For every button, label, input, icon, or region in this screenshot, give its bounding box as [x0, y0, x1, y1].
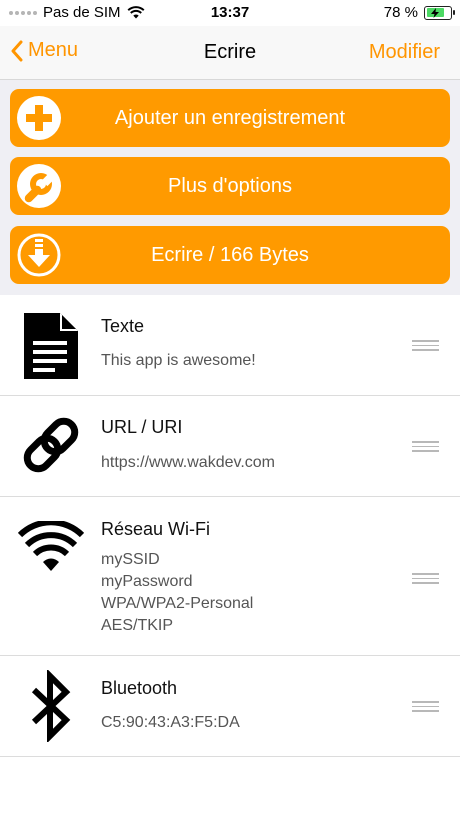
record-row-text[interactable]: Texte This app is awesome!: [0, 295, 460, 396]
battery-level: [426, 7, 445, 18]
record-value: WPA/WPA2-Personal: [101, 595, 254, 612]
add-record-button[interactable]: Ajouter un enregistrement: [10, 89, 450, 147]
actions-panel: Ajouter un enregistrement Plus d'options…: [0, 80, 460, 295]
record-row-wifi[interactable]: Réseau Wi-Fi mySSID myPassword WPA/WPA2-…: [0, 497, 460, 656]
record-value: This app is awesome!: [101, 352, 256, 369]
reorder-handle-icon[interactable]: [412, 701, 439, 713]
record-value: https://www.wakdev.com: [101, 454, 275, 471]
record-value: AES/TKIP: [101, 617, 174, 634]
record-value: mySSID: [101, 551, 160, 568]
battery-group: 78 %: [383, 4, 455, 21]
record-value: C5:90:43:A3:F5:DA: [101, 714, 240, 731]
record-row-bluetooth[interactable]: Bluetooth C5:90:43:A3:F5:DA: [0, 656, 460, 757]
link-icon: [23, 417, 79, 473]
document-icon: [24, 313, 78, 379]
reorder-handle-icon[interactable]: [412, 573, 439, 585]
record-value: myPassword: [101, 573, 193, 590]
records-list: Texte This app is awesome! URL / URI htt…: [0, 295, 460, 757]
charging-bolt-icon: [431, 7, 440, 18]
record-row-url[interactable]: URL / URI https://www.wakdev.com: [0, 396, 460, 497]
reorder-handle-icon[interactable]: [412, 340, 439, 352]
edit-button[interactable]: Modifier: [369, 41, 440, 64]
record-title: URL / URI: [101, 417, 183, 437]
battery-percentage: 78 %: [383, 4, 418, 21]
bluetooth-icon: [31, 670, 71, 742]
battery-icon: [424, 5, 455, 20]
more-options-label: Plus d'options: [168, 175, 292, 197]
reorder-handle-icon[interactable]: [412, 441, 439, 453]
wifi-icon: [18, 521, 84, 571]
status-bar: Pas de SIM 13:37 78 %: [0, 0, 460, 26]
record-title: Réseau Wi-Fi: [101, 519, 211, 539]
record-title: Texte: [101, 316, 145, 336]
add-record-label: Ajouter un enregistrement: [114, 107, 346, 129]
write-tag-button[interactable]: Ecrire / 166 Bytes: [10, 226, 450, 284]
navigation-bar: Menu Ecrire Modifier: [0, 26, 460, 80]
record-title: Bluetooth: [101, 678, 178, 698]
more-options-button[interactable]: Plus d'options: [10, 157, 450, 215]
write-tag-label: Ecrire / 166 Bytes: [151, 244, 309, 266]
